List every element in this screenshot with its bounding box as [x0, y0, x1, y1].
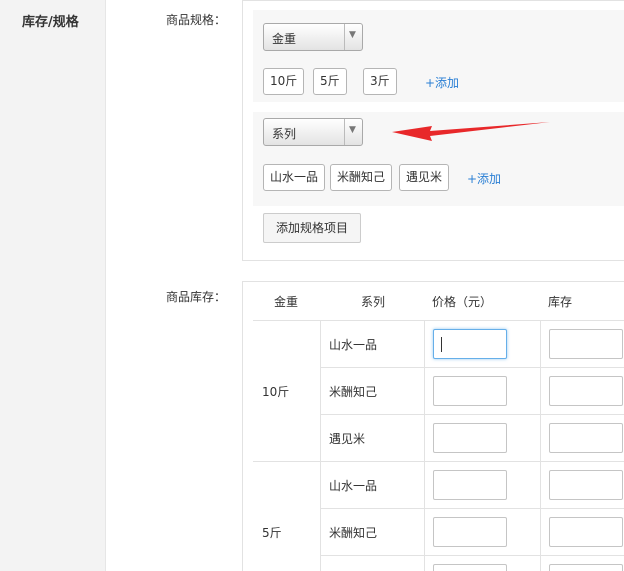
price-input[interactable] [433, 564, 507, 571]
spec-type-select-2[interactable]: 系列 ▼ [263, 118, 363, 146]
series-cell: 山水一品 [329, 479, 378, 493]
stock-input[interactable] [549, 376, 623, 406]
table-divider [320, 555, 624, 556]
stock-label: 商品库存： [166, 290, 227, 304]
red-arrow-annotation-icon [392, 122, 550, 141]
table-header: 库存 [548, 295, 573, 309]
table-divider [253, 320, 624, 321]
select-value: 系列 [272, 127, 297, 141]
price-input[interactable] [433, 376, 507, 406]
spec-value-tag[interactable]: 遇见米 [399, 164, 450, 191]
table-divider [320, 367, 624, 368]
price-input[interactable] [433, 517, 507, 547]
add-spec-value-link[interactable]: +添加 [467, 170, 501, 187]
weight-cell: 10斤 [262, 385, 290, 399]
table-divider [320, 508, 624, 509]
series-cell: 米酬知己 [329, 526, 378, 540]
stock-input[interactable] [549, 564, 623, 571]
weight-cell: 5斤 [262, 526, 282, 540]
spec-value-tag[interactable]: 10斤 [263, 68, 305, 95]
dropdown-arrow-icon: ▼ [344, 119, 362, 145]
spec-value-tag[interactable]: 米酬知己 [330, 164, 393, 191]
table-divider [253, 461, 624, 462]
table-header: 价格（元） [432, 295, 493, 309]
text-caret [441, 337, 442, 352]
table-header: 金重 [274, 295, 299, 309]
table-header: 系列 [361, 295, 386, 309]
price-input[interactable] [433, 470, 507, 500]
spec-value-tag[interactable]: 3斤 [363, 68, 397, 95]
table-divider [424, 320, 425, 571]
stock-input[interactable] [549, 329, 623, 359]
series-cell: 米酬知己 [329, 385, 378, 399]
table-divider [320, 414, 624, 415]
add-spec-value-link[interactable]: +添加 [425, 74, 459, 91]
series-cell: 遇见米 [329, 432, 366, 446]
stock-input[interactable] [549, 517, 623, 547]
table-divider [320, 320, 321, 571]
spec-value-tag[interactable]: 5斤 [313, 68, 347, 95]
add-spec-item-button[interactable]: 添加规格项目 [263, 213, 361, 243]
dropdown-arrow-icon: ▼ [344, 24, 362, 50]
price-input[interactable] [433, 423, 507, 453]
price-input[interactable] [433, 329, 507, 359]
stock-input[interactable] [549, 470, 623, 500]
table-divider [540, 320, 541, 571]
section-title: 库存/规格 [22, 15, 79, 30]
stock-input[interactable] [549, 423, 623, 453]
left-section-column: 库存/规格 [0, 0, 106, 571]
spec-label: 商品规格： [166, 13, 227, 27]
series-cell: 山水一品 [329, 338, 378, 352]
spec-value-tag[interactable]: 山水一品 [263, 164, 326, 191]
select-value: 金重 [272, 32, 297, 46]
spec-type-select-1[interactable]: 金重 ▼ [263, 23, 363, 51]
